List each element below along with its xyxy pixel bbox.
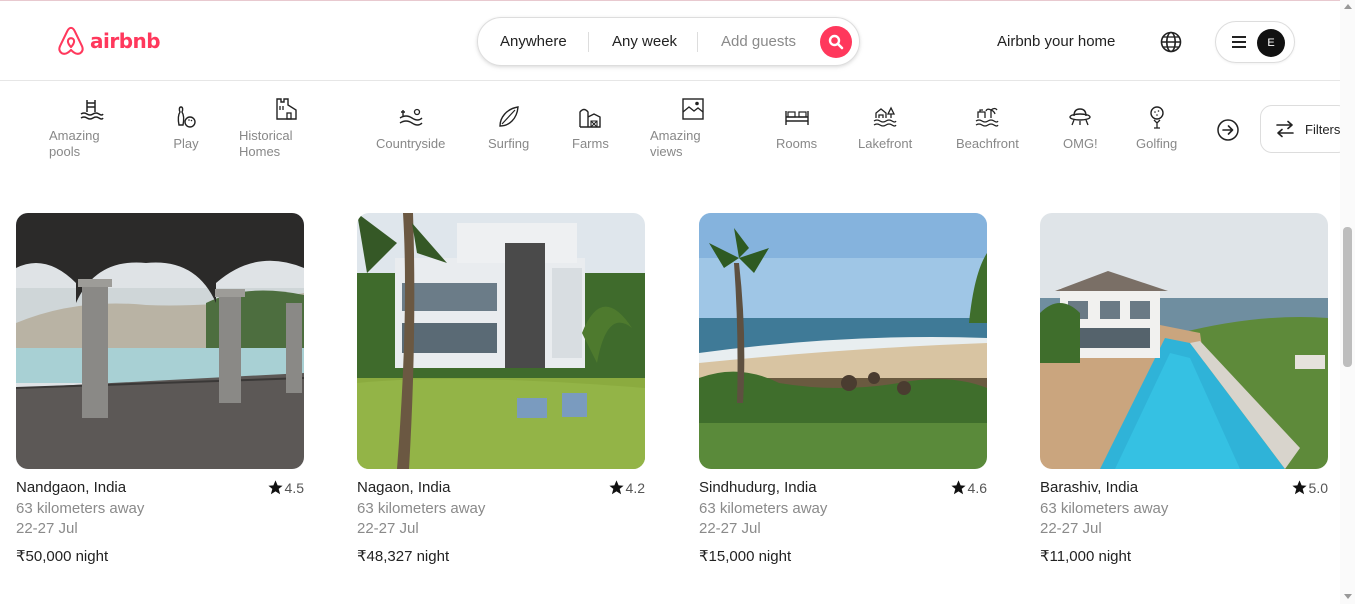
bowling-icon: [177, 106, 196, 128]
user-menu-button[interactable]: E: [1215, 21, 1295, 63]
category-label: Play: [173, 136, 199, 151]
listing-dates: 22-27 Jul: [16, 520, 78, 537]
listing-rating: 4.2: [608, 479, 645, 496]
arrow-right-circle-icon[interactable]: [1216, 118, 1240, 142]
category-label: Lakefront: [858, 136, 913, 151]
listing-location: Nagaon, India: [357, 479, 451, 496]
listing-price: ₹11,000 night: [1040, 548, 1132, 565]
listing-price: ₹48,327 night: [357, 548, 450, 565]
filters-label: Filters: [1305, 121, 1341, 137]
category-label: Amazing pools: [49, 128, 100, 159]
listing-distance: 63 kilometers away: [16, 500, 145, 517]
search-bar[interactable]: Anywhere Any week Add guests: [477, 17, 860, 66]
beachfront-icon: [976, 107, 1000, 127]
category-historical-homes[interactable]: Historical Homes: [239, 96, 301, 160]
globe-icon[interactable]: [1159, 30, 1183, 54]
category-golfing[interactable]: Golfing: [1136, 104, 1177, 152]
farm-icon: [579, 108, 602, 128]
category-label: Amazing views: [650, 128, 701, 159]
category-label: Beachfront: [956, 136, 1019, 151]
listing-distance: 63 kilometers away: [699, 500, 828, 517]
rating-value: 4.2: [625, 479, 645, 496]
category-farms[interactable]: Farms: [572, 104, 609, 152]
rating-value: 4.6: [967, 479, 987, 496]
surfboard-icon: [498, 106, 519, 127]
category-label: Farms: [572, 136, 609, 151]
listing-card[interactable]: Sindhudurg, India 4.6 63 kilometers away…: [699, 213, 987, 565]
category-omg[interactable]: OMG!: [1063, 104, 1098, 152]
listing-rating: 4.6: [950, 479, 987, 496]
logo-wordmark: airbnb: [90, 29, 161, 53]
category-beachfront[interactable]: Beachfront: [956, 104, 1019, 152]
category-label: Historical Homes: [239, 128, 293, 159]
category-label: OMG!: [1063, 136, 1098, 151]
historical-home-icon: [276, 98, 297, 120]
views-icon: [682, 98, 704, 120]
star-icon: [950, 480, 966, 495]
category-lakefront[interactable]: Lakefront: [858, 104, 912, 152]
search-anywhere[interactable]: Anywhere: [500, 33, 567, 50]
search-add-guests[interactable]: Add guests: [721, 33, 796, 50]
ufo-icon: [1069, 108, 1092, 126]
listing-dates: 22-27 Jul: [1040, 520, 1102, 537]
search-divider: [697, 32, 698, 52]
search-button[interactable]: [820, 26, 852, 58]
category-label: Surfing: [488, 136, 530, 151]
scrollbar-thumb[interactable]: [1343, 227, 1352, 367]
bed-icon: [784, 111, 809, 125]
category-amazing-pools[interactable]: Amazing pools: [49, 96, 111, 160]
star-icon: [1291, 480, 1307, 495]
category-bar: Amazing pools Play Historical Homes Coun…: [0, 82, 1350, 182]
search-divider: [588, 32, 589, 52]
category-amazing-views[interactable]: Amazing views: [650, 96, 712, 160]
lakefront-icon: [873, 106, 897, 127]
filters-button[interactable]: Filters: [1260, 105, 1350, 153]
listing-rating: 4.5: [267, 479, 304, 496]
listing-price: ₹50,000 night: [16, 548, 109, 565]
listing-rating: 5.0: [1291, 479, 1328, 496]
listing-distance: 63 kilometers away: [1040, 500, 1169, 517]
listing-location: Nandgaon, India: [16, 479, 127, 496]
category-label: Rooms: [776, 136, 818, 151]
listing-photo[interactable]: [1040, 213, 1328, 469]
listing-location: Sindhudurg, India: [699, 479, 817, 496]
golf-icon: [1149, 106, 1164, 129]
search-any-week[interactable]: Any week: [612, 33, 677, 50]
category-rooms[interactable]: Rooms: [776, 104, 817, 152]
listing-photo[interactable]: [16, 213, 304, 469]
rating-value: 4.5: [284, 479, 304, 496]
airbnb-logo-icon: [58, 26, 84, 55]
listing-location: Barashiv, India: [1040, 479, 1139, 496]
category-play[interactable]: Play: [173, 104, 199, 152]
listing-card[interactable]: Nagaon, India 4.2 63 kilometers away 22-…: [357, 213, 645, 565]
rating-value: 5.0: [1308, 479, 1328, 496]
scroll-up-arrow-icon[interactable]: [1344, 4, 1352, 9]
menu-icon: [1232, 36, 1246, 48]
category-label: Golfing: [1136, 136, 1178, 151]
airbnb-logo[interactable]: airbnb: [56, 25, 161, 57]
star-icon: [608, 480, 624, 495]
star-icon: [267, 480, 283, 495]
scroll-down-arrow-icon[interactable]: [1344, 594, 1352, 599]
listing-dates: 22-27 Jul: [699, 520, 761, 537]
pool-icon: [80, 100, 104, 120]
category-label: Countryside: [376, 136, 446, 151]
countryside-icon: [399, 108, 423, 126]
search-icon: [828, 34, 844, 50]
avatar: E: [1257, 29, 1285, 57]
category-surfing[interactable]: Surfing: [488, 104, 529, 152]
category-countryside[interactable]: Countryside: [376, 104, 445, 152]
listing-photo[interactable]: [357, 213, 645, 469]
listing-price: ₹15,000 night: [699, 548, 792, 565]
listing-photo[interactable]: [699, 213, 987, 469]
airbnb-your-home-link[interactable]: Airbnb your home: [997, 33, 1115, 50]
listing-card[interactable]: Nandgaon, India 4.5 63 kilometers away 2…: [16, 213, 304, 565]
listing-card[interactable]: Barashiv, India 5.0 63 kilometers away 2…: [1040, 213, 1328, 565]
header: airbnb Anywhere Any week Add guests Airb…: [0, 1, 1340, 81]
listing-distance: 63 kilometers away: [357, 500, 486, 517]
filters-icon: [1276, 120, 1294, 138]
listing-dates: 22-27 Jul: [357, 520, 419, 537]
